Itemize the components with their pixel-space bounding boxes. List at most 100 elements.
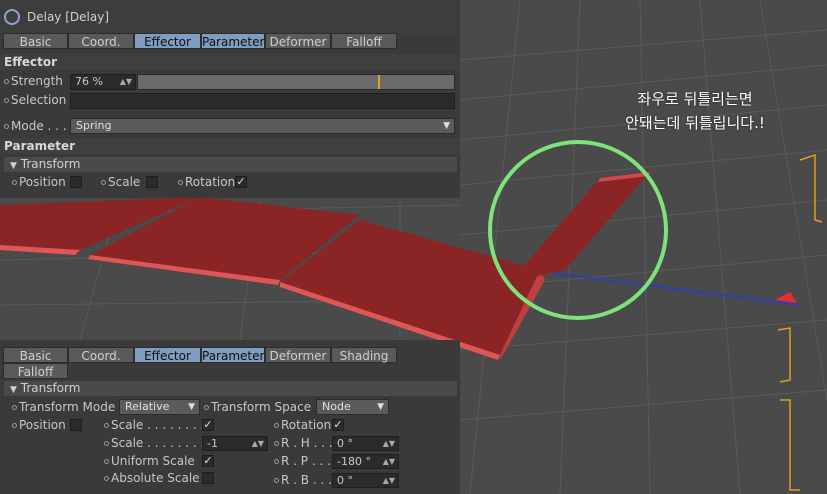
strength-row: Strength xyxy=(4,72,63,90)
tab-coord[interactable]: Coord. xyxy=(68,33,134,49)
bottom-tab-bar-row2: Falloff xyxy=(3,363,68,379)
keyframe-dot-icon[interactable] xyxy=(4,98,9,103)
scale-checkbox[interactable] xyxy=(146,176,158,188)
position-checkbox[interactable] xyxy=(70,419,82,431)
spinner-icon[interactable]: ▲▼ xyxy=(120,75,132,89)
keyframe-dot-icon[interactable] xyxy=(4,124,9,129)
attribute-manager-top: Delay [Delay] Basic Coord. Effector Para… xyxy=(0,0,460,198)
uniform-scale-label: Uniform Scale xyxy=(111,454,195,468)
keyframe-dot-icon[interactable] xyxy=(4,79,9,84)
spinner-icon[interactable]: ▲▼ xyxy=(383,474,395,488)
mode-label: Mode . . . xyxy=(11,119,67,133)
keyframe-dot-icon[interactable] xyxy=(274,459,279,464)
absolute-scale-label: Absolute Scale xyxy=(111,471,200,485)
transform-group-header[interactable]: ▼ Transform xyxy=(4,157,457,172)
transform-mode-row: Transform Mode xyxy=(12,398,115,416)
keyframe-dot-icon[interactable] xyxy=(12,423,17,428)
tab-basic[interactable]: Basic xyxy=(3,33,68,49)
tab-parameter[interactable]: Parameter xyxy=(201,33,265,49)
scale-enable-checkbox[interactable]: ✓ xyxy=(202,419,214,431)
rp-input[interactable]: -180 ° ▲▼ xyxy=(332,454,399,469)
transform-space-dropdown[interactable]: Node ▼ xyxy=(316,399,389,415)
transform-group-label: Transform xyxy=(20,381,81,395)
keyframe-dot-icon[interactable] xyxy=(101,180,106,185)
collapse-triangle-icon: ▼ xyxy=(10,385,17,395)
scale-value-row: Scale . . . . . . . . xyxy=(104,434,204,452)
strength-input[interactable]: 76 % ▲▼ xyxy=(70,74,136,90)
annotation-line-2: 안돼는데 뒤틀립니다.! xyxy=(625,114,765,132)
rb-input[interactable]: 0 ° ▲▼ xyxy=(332,473,399,488)
transform-mode-dropdown[interactable]: Relative ▼ xyxy=(119,399,200,415)
chevron-down-icon: ▼ xyxy=(377,402,384,412)
rb-row: R . B . . . xyxy=(274,471,332,489)
delay-effector-icon xyxy=(4,9,20,25)
strength-slider[interactable] xyxy=(137,74,455,90)
absolute-scale-checkbox[interactable] xyxy=(202,472,214,484)
spinner-icon[interactable]: ▲▼ xyxy=(252,437,264,451)
tab-shading[interactable]: Shading xyxy=(331,347,397,363)
keyframe-dot-icon[interactable] xyxy=(104,441,109,446)
tab-parameter[interactable]: Parameter xyxy=(201,347,265,363)
strength-value: 76 % xyxy=(75,75,103,88)
rh-input[interactable]: 0 ° ▲▼ xyxy=(332,436,399,451)
scale-enable-row: Scale . . . . . . . . xyxy=(104,416,204,434)
rh-label: R . H . . . xyxy=(281,436,333,450)
transform-space-row: Transform Space xyxy=(204,398,311,416)
parameter-section-header: Parameter xyxy=(0,138,460,154)
effector-section-header: Effector xyxy=(0,54,460,70)
keyframe-dot-icon[interactable] xyxy=(12,180,17,185)
tab-deformer[interactable]: Deformer xyxy=(265,347,331,363)
tab-basic[interactable]: Basic xyxy=(3,347,68,363)
chevron-down-icon: ▼ xyxy=(188,402,195,412)
rotation-checkbox[interactable]: ✓ xyxy=(332,419,344,431)
chevron-down-icon: ▼ xyxy=(443,121,450,131)
keyframe-dot-icon[interactable] xyxy=(104,423,109,428)
title-bar: Delay [Delay] xyxy=(0,0,460,34)
rotation-label: Rotation xyxy=(185,175,236,189)
position-label: Position xyxy=(19,418,66,432)
rb-value: 0 ° xyxy=(337,474,353,487)
transform-mode-label: Transform Mode xyxy=(19,400,116,414)
scale-value-input[interactable]: -1 ▲▼ xyxy=(202,436,268,451)
annotation-line-1: 좌우로 뒤틀리는면 xyxy=(637,90,753,108)
mode-dropdown[interactable]: Spring ▼ xyxy=(70,118,455,134)
spinner-icon[interactable]: ▲▼ xyxy=(383,437,395,451)
tab-deformer[interactable]: Deformer xyxy=(265,33,331,49)
keyframe-dot-icon[interactable] xyxy=(104,476,109,481)
keyframe-dot-icon[interactable] xyxy=(274,441,279,446)
tab-falloff[interactable]: Falloff xyxy=(3,363,68,379)
selection-field[interactable] xyxy=(70,93,455,109)
rotation-row: Rotation xyxy=(274,416,331,434)
rp-value: -180 ° xyxy=(337,455,371,468)
transform-space-label: Transform Space xyxy=(211,400,312,414)
tab-effector[interactable]: Effector xyxy=(134,347,201,363)
transform-group-header[interactable]: ▼ Transform xyxy=(4,381,457,396)
rp-row: R . P . . . xyxy=(274,452,331,470)
collapse-triangle-icon: ▼ xyxy=(10,161,17,171)
rh-value: 0 ° xyxy=(337,437,353,450)
window-title: Delay [Delay] xyxy=(27,10,110,24)
strength-label: Strength xyxy=(11,74,63,88)
top-tab-bar: Basic Coord. Effector Parameter Deformer… xyxy=(3,33,397,49)
keyframe-dot-icon[interactable] xyxy=(274,423,279,428)
mode-value: Spring xyxy=(76,119,112,132)
scale-row: Scale xyxy=(101,173,140,191)
tab-coord[interactable]: Coord. xyxy=(68,347,134,363)
position-label: Position xyxy=(19,175,66,189)
rotation-checkbox[interactable]: ✓ xyxy=(235,176,247,188)
position-checkbox[interactable] xyxy=(70,176,82,188)
keyframe-dot-icon[interactable] xyxy=(204,405,209,410)
spinner-icon[interactable]: ▲▼ xyxy=(383,455,395,469)
keyframe-dot-icon[interactable] xyxy=(178,180,183,185)
tab-effector[interactable]: Effector xyxy=(134,33,201,49)
rp-label: R . P . . . xyxy=(281,454,331,468)
uniform-scale-checkbox[interactable]: ✓ xyxy=(202,455,214,467)
transform-mode-value: Relative xyxy=(125,400,170,413)
keyframe-dot-icon[interactable] xyxy=(104,459,109,464)
keyframe-dot-icon[interactable] xyxy=(12,405,17,410)
tab-falloff[interactable]: Falloff xyxy=(331,33,397,49)
bottom-tab-bar: Basic Coord. Effector Parameter Deformer… xyxy=(3,347,397,363)
rotation-label: Rotation xyxy=(281,418,332,432)
absolute-scale-row: Absolute Scale xyxy=(104,469,200,487)
keyframe-dot-icon[interactable] xyxy=(274,478,279,483)
